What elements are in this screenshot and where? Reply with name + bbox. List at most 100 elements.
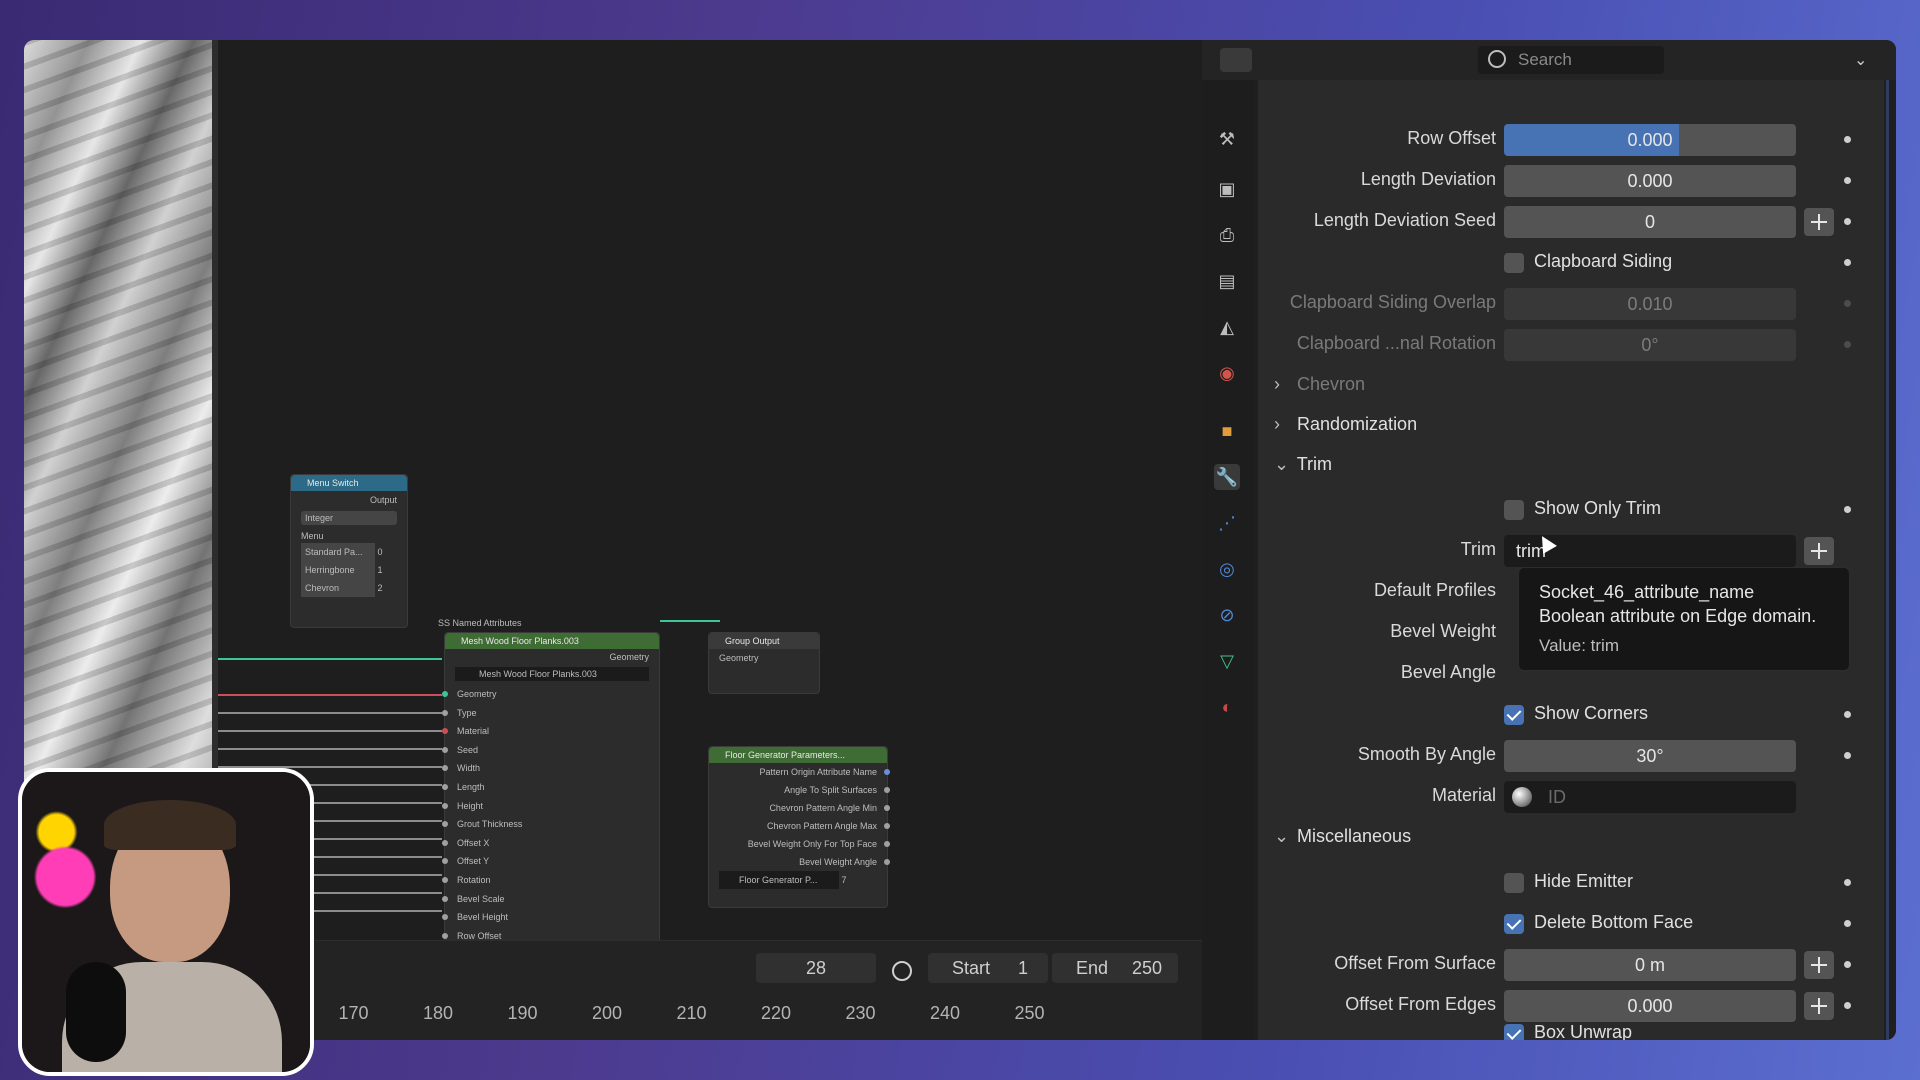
show-corners-checkbox[interactable] <box>1504 705 1524 725</box>
keyframe-dot[interactable] <box>1844 136 1851 143</box>
chevron-down-icon[interactable]: ⌄ <box>1854 50 1867 70</box>
input-socket[interactable] <box>442 728 448 735</box>
node-group-selector[interactable]: Mesh Wood Floor Planks.003 <box>445 667 659 685</box>
attribute-toggle-icon[interactable] <box>1804 537 1834 565</box>
box-unwrap-checkbox[interactable] <box>1504 1024 1524 1040</box>
editor-type-icon[interactable] <box>1220 48 1252 72</box>
chevron-subpanel[interactable]: › Chevron <box>1258 366 1884 406</box>
node-input-socket-row[interactable]: Type <box>442 704 659 723</box>
attribute-toggle-icon[interactable] <box>1804 992 1834 1020</box>
node-input-socket-row[interactable]: Material <box>442 722 659 741</box>
input-socket[interactable] <box>442 691 448 697</box>
offset-surface-field[interactable]: 0 m <box>1504 949 1796 981</box>
input-socket[interactable] <box>442 858 448 865</box>
node-header[interactable]: Group Output <box>709 633 819 649</box>
node-input-socket-row[interactable]: Width <box>442 759 659 778</box>
output-tab-icon[interactable]: ⎙ <box>1214 222 1240 248</box>
menu-item[interactable]: Herringbone 1 <box>291 561 407 579</box>
keyframe-dot[interactable] <box>1844 920 1851 927</box>
hide-emitter-checkbox[interactable] <box>1504 873 1524 893</box>
data-tab-icon[interactable]: ▽ <box>1214 648 1240 674</box>
node-input-socket-row[interactable]: Rotation <box>442 871 659 890</box>
output-socket[interactable] <box>884 823 890 829</box>
world-tab-icon[interactable]: ◉ <box>1214 360 1240 386</box>
keyframe-dot[interactable] <box>1844 961 1851 968</box>
node-input-socket-row[interactable]: Height <box>442 797 659 816</box>
named-attributes-frame-label[interactable]: SS Named Attributes <box>438 618 522 628</box>
output-socket[interactable] <box>884 805 890 811</box>
node-input-socket-row[interactable]: Grout Thickness <box>442 815 659 834</box>
input-socket[interactable] <box>442 914 448 921</box>
node-header[interactable]: Menu Switch <box>291 475 407 491</box>
node-input-socket-row[interactable]: Bevel Scale <box>442 890 659 909</box>
modifier-tab-icon[interactable]: 🔧 <box>1214 464 1240 490</box>
node-output-socket-row[interactable]: Chevron Pattern Angle Max <box>709 817 890 835</box>
object-tab-icon[interactable]: ■ <box>1214 418 1240 444</box>
tool-tab-icon[interactable]: ⚒ <box>1214 126 1240 152</box>
physics-tab-icon[interactable]: ◎ <box>1214 556 1240 582</box>
current-frame-field[interactable]: 28 <box>756 953 876 983</box>
keyframe-dot[interactable] <box>1844 506 1851 513</box>
particles-tab-icon[interactable]: ⋰ <box>1214 510 1240 536</box>
offset-edges-field[interactable]: 0.000 <box>1504 990 1796 1022</box>
group-output-node[interactable]: Group Output Geometry <box>708 632 820 694</box>
node-header[interactable]: Floor Generator Parameters... <box>709 747 887 763</box>
material-tab-icon[interactable]: ◐ <box>1214 694 1240 720</box>
output-socket[interactable] <box>884 769 890 775</box>
search-field[interactable]: Search <box>1478 46 1664 74</box>
keyframe-dot[interactable] <box>1844 341 1851 348</box>
randomization-subpanel[interactable]: › Randomization <box>1258 406 1884 446</box>
node-input-socket-row[interactable]: Offset Y <box>442 852 659 871</box>
node-output-socket-row[interactable]: Bevel Weight Angle <box>709 853 890 871</box>
show-only-trim-checkbox[interactable] <box>1504 500 1524 520</box>
clapboard-siding-checkbox[interactable] <box>1504 253 1524 273</box>
floor-params-node[interactable]: Floor Generator Parameters... Pattern Or… <box>708 746 890 908</box>
keyframe-dot[interactable] <box>1844 711 1851 718</box>
smooth-angle-field[interactable]: 30° <box>1504 740 1796 772</box>
node-input-socket-row[interactable]: Seed <box>442 741 659 760</box>
length-deviation-field[interactable]: 0.000 <box>1504 165 1796 197</box>
node-output-socket-row[interactable]: Angle To Split Surfaces <box>709 781 890 799</box>
trim-subpanel[interactable]: ⌄ Trim <box>1258 446 1884 486</box>
input-socket[interactable] <box>442 783 448 790</box>
input-socket[interactable] <box>442 932 448 939</box>
attribute-toggle-icon[interactable] <box>1804 208 1834 236</box>
node-input-socket-row[interactable]: Geometry <box>442 685 659 704</box>
menu-item[interactable]: Chevron 2 <box>291 579 407 597</box>
attribute-toggle-icon[interactable] <box>1804 951 1834 979</box>
miscellaneous-subpanel[interactable]: ⌄ Miscellaneous <box>1258 818 1884 858</box>
node-output-socket-row[interactable]: Bevel Weight Only For Top Face <box>709 835 890 853</box>
timeline[interactable]: 28 Start 1 End 250 160170180190200210220… <box>218 940 1202 1040</box>
node-editor[interactable]: Menu Switch Output Integer Menu Standard… <box>218 40 1202 1040</box>
start-frame-field[interactable]: Start 1 <box>928 953 1048 983</box>
node-output-socket-row[interactable]: Pattern Origin Attribute Name <box>709 763 890 781</box>
end-frame-field[interactable]: End 250 <box>1052 953 1178 983</box>
view-layer-tab-icon[interactable]: ▤ <box>1214 268 1240 294</box>
keyframe-dot[interactable] <box>1844 177 1851 184</box>
input-socket[interactable] <box>442 821 448 828</box>
output-socket[interactable] <box>884 859 890 865</box>
stopwatch-icon[interactable] <box>892 961 912 981</box>
keyframe-dot[interactable] <box>1844 259 1851 266</box>
material-field[interactable]: ID <box>1504 781 1796 813</box>
keyframe-dot[interactable] <box>1844 300 1851 307</box>
params-selector[interactable]: Floor Generator P... 7 <box>709 871 887 889</box>
input-socket[interactable] <box>442 746 448 753</box>
input-socket[interactable] <box>442 709 448 716</box>
keyframe-dot[interactable] <box>1844 879 1851 886</box>
delete-bottom-face-checkbox[interactable] <box>1504 914 1524 934</box>
input-socket[interactable] <box>442 895 448 902</box>
keyframe-dot[interactable] <box>1844 752 1851 759</box>
input-socket[interactable] <box>442 765 448 772</box>
keyframe-dot[interactable] <box>1844 218 1851 225</box>
clapboard-overlap-field[interactable]: 0.010 <box>1504 288 1796 320</box>
input-socket[interactable] <box>442 876 448 883</box>
node-input-socket-row[interactable]: Length <box>442 778 659 797</box>
node-input-socket-row[interactable]: Offset X <box>442 834 659 853</box>
output-socket[interactable] <box>884 841 890 847</box>
length-deviation-seed-field[interactable]: 0 <box>1504 206 1796 238</box>
render-tab-icon[interactable]: ▣ <box>1214 176 1240 202</box>
keyframe-dot[interactable] <box>1844 1002 1851 1009</box>
output-socket[interactable] <box>884 787 890 793</box>
clapboard-rotation-field[interactable]: 0° <box>1504 329 1796 361</box>
